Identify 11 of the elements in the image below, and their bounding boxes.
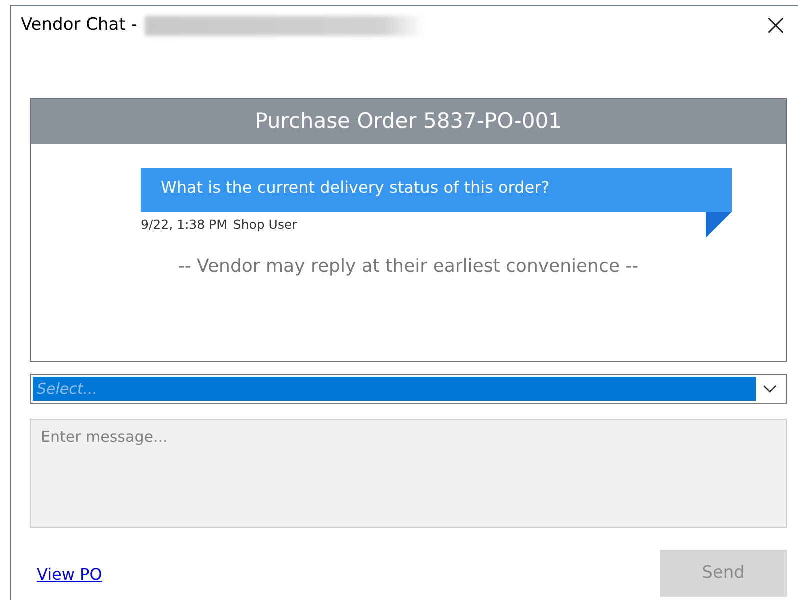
view-po-link[interactable]: View PO [37, 563, 102, 587]
bubble-tail [706, 212, 732, 238]
message-time: 9/22, 1:38 PM [141, 216, 228, 234]
chevron-down-icon [763, 385, 777, 393]
reply-notice: -- Vendor may reply at their earliest convenience -- [177, 254, 640, 279]
message-text: What is the current delivery status of this order? [161, 178, 550, 197]
message-author: Shop User [233, 216, 298, 234]
close-button[interactable]: × [754, 6, 798, 46]
chat-header: Purchase Order 5837-PO-001 [31, 99, 786, 144]
message-field[interactable]: Enter message... [30, 419, 787, 528]
window-title: Vendor Chat - [21, 14, 138, 38]
